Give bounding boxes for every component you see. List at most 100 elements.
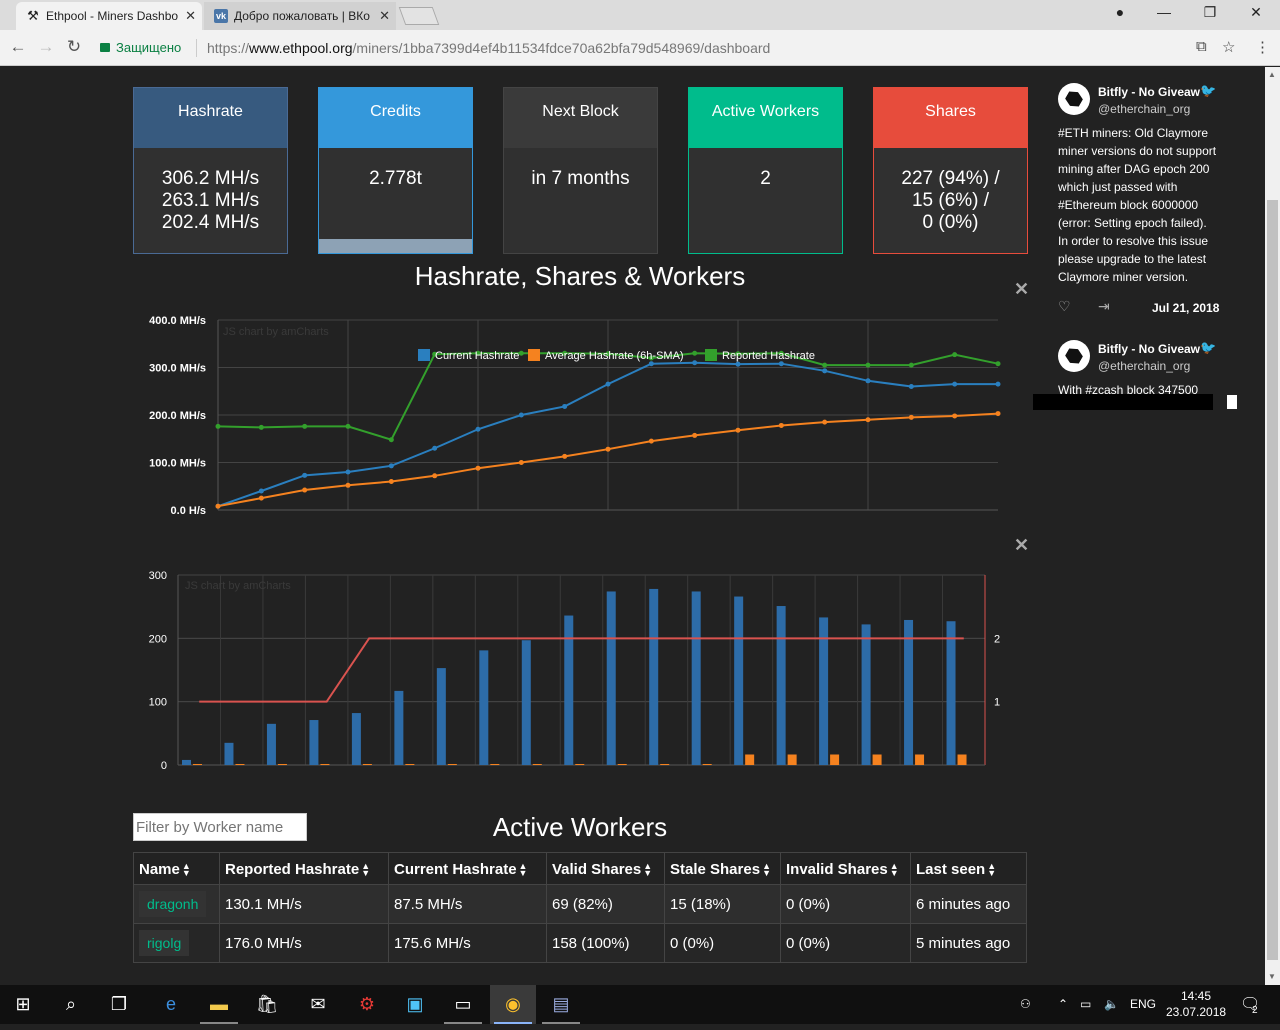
shares-card: Shares 227 (94%) / 15 (6%) / 0 (0%) [873, 87, 1028, 254]
worker-name-link[interactable]: dragonh [139, 891, 207, 917]
close-hashrate-chart-icon[interactable]: ✕ [1014, 279, 1029, 300]
col-current-hashrate[interactable]: Current Hashrate ▲ ▼ [388, 852, 547, 885]
mail-icon[interactable]: ✉ [295, 985, 341, 1024]
stale-shares-bar [405, 764, 415, 765]
data-point [302, 487, 308, 493]
network-icon[interactable]: ▭ [1080, 985, 1091, 1024]
col-last-seen[interactable]: Last seen ▲ ▼ [910, 852, 1027, 885]
worker-filter-input[interactable] [133, 813, 307, 841]
translate-icon[interactable]: ⧉ [1196, 38, 1207, 55]
twitter-bird-icon[interactable]: 🐦 [1200, 83, 1216, 99]
valid-shares-bar [946, 621, 956, 765]
task-view-icon[interactable]: ❐ [96, 985, 142, 1024]
clock-date: 23.07.2018 [1166, 1005, 1227, 1019]
back-icon[interactable]: ← [8, 37, 28, 57]
profile-icon[interactable]: ● [1110, 4, 1130, 20]
url-field[interactable]: https://www.ethpool.org/miners/1bba7399d… [207, 40, 770, 56]
credits-card: Credits 2.778t [318, 87, 473, 254]
tab-title: Добро пожаловать | ВКо [234, 9, 370, 23]
reload-icon[interactable]: ↻ [64, 37, 84, 57]
people-icon[interactable]: ⚇ [1020, 985, 1031, 1024]
twitter-handle[interactable]: @etherchain_org [1098, 359, 1190, 373]
twitter-avatar[interactable] [1058, 83, 1090, 115]
table-cell: 158 (100%) [546, 923, 665, 963]
stale-shares-bar [490, 764, 500, 765]
twitter-handle[interactable]: @etherchain_org [1098, 102, 1190, 116]
data-point [518, 412, 524, 418]
twitter-bird-icon[interactable]: 🐦 [1200, 340, 1216, 356]
twitter-username[interactable]: Bitfly - No Giveaw [1098, 342, 1200, 356]
data-point [908, 414, 914, 420]
table-header-row: Name ▲ ▼ Reported Hashrate ▲ ▼ Current Hashr… [133, 852, 1027, 885]
table-cell: 176.0 MH/s [219, 923, 389, 963]
minimize-icon[interactable]: — [1154, 4, 1174, 20]
valid-shares-bar [819, 617, 829, 765]
notepad-icon[interactable]: ▤ [538, 985, 584, 1024]
tab-vk[interactable]: vk Добро пожаловать | ВКо ✕ [204, 2, 396, 30]
credits-card-title: Credits [319, 88, 472, 148]
start-windows-icon[interactable]: ⊞ [0, 985, 46, 1024]
twitter-avatar[interactable] [1058, 340, 1090, 372]
scrollbar-thumb[interactable] [1267, 200, 1278, 960]
col-valid-shares[interactable]: Valid Shares ▲ ▼ [546, 852, 665, 885]
like-heart-icon[interactable]: ♡ [1058, 298, 1071, 315]
menu-icon[interactable]: ⋮ [1255, 38, 1270, 56]
valid-shares-bar [182, 759, 191, 765]
language-indicator[interactable]: ENG [1130, 985, 1156, 1024]
close-shares-chart-icon[interactable]: ✕ [1014, 535, 1029, 556]
restore-icon[interactable]: ❐ [1200, 4, 1220, 21]
workers-section-title: Active Workers [492, 812, 668, 842]
legend-swatch [418, 349, 430, 361]
data-point [562, 403, 568, 409]
valid-shares-bar [776, 606, 786, 765]
worker-name-link[interactable]: rigolg [139, 930, 190, 956]
data-point [258, 488, 264, 494]
control-panel-icon[interactable]: ▣ [392, 985, 438, 1024]
chrome-icon[interactable]: ◉ [490, 985, 536, 1024]
data-point [388, 479, 394, 484]
volume-icon[interactable]: 🔈 [1104, 985, 1119, 1024]
clock[interactable]: 14:45 23.07.2018 [1166, 988, 1226, 1020]
secure-indicator[interactable]: Защищено [100, 40, 181, 55]
close-tab-icon[interactable]: ✕ [185, 8, 196, 24]
data-point [692, 360, 698, 366]
edge-browser-icon[interactable]: e [148, 985, 194, 1024]
data-point [908, 362, 914, 368]
valid-shares-bar [904, 619, 914, 765]
sort-icon: ▲ ▼ [181, 861, 191, 879]
scroll-down-icon[interactable]: ▼ [1268, 972, 1276, 981]
new-tab-button[interactable] [398, 7, 440, 25]
scroll-up-icon[interactable]: ▲ [1268, 70, 1276, 79]
data-point [258, 424, 264, 430]
stale-shares-bar [787, 754, 797, 765]
y-tick-label: 100 [149, 697, 167, 709]
col-reported-hashrate[interactable]: Reported Hashrate ▲ ▼ [219, 852, 389, 885]
forward-icon[interactable]: → [36, 37, 56, 57]
gaming-app-icon[interactable]: ⚙ [344, 985, 390, 1024]
col-invalid-shares[interactable]: Invalid Shares ▲ ▼ [780, 852, 911, 885]
col-name[interactable]: Name ▲ ▼ [133, 852, 220, 885]
data-point [995, 381, 1001, 387]
shares-valid: 227 (94%) / [901, 168, 1000, 189]
share-icon[interactable]: ⇥ [1098, 298, 1110, 315]
close-window-icon[interactable]: ✕ [1246, 4, 1266, 21]
tweet-date[interactable]: Jul 21, 2018 [1152, 301, 1219, 315]
store-icon[interactable]: 🛍 [244, 985, 290, 1024]
shares-chart: JS chart by amCharts300200100021Valid Sh… [149, 570, 1000, 772]
file-explorer-icon[interactable]: ▬ [196, 985, 242, 1024]
tab-ethpool[interactable]: ⚒ Ethpool - Miners Dashbo ✕ [16, 2, 202, 30]
twitter-username[interactable]: Bitfly - No Giveaw [1098, 85, 1200, 99]
page-scrollbar[interactable]: ▲ ▼ [1265, 67, 1280, 985]
bookmark-star-icon[interactable]: ☆ [1222, 38, 1235, 56]
table-cell: 87.5 MH/s [388, 884, 547, 924]
table-cell: 6 minutes ago [910, 884, 1027, 924]
col-stale-shares[interactable]: Stale Shares ▲ ▼ [664, 852, 781, 885]
data-point [952, 352, 958, 358]
close-tab-icon[interactable]: ✕ [379, 8, 390, 24]
data-point [865, 362, 871, 368]
search-icon[interactable]: ⌕ [48, 985, 94, 1024]
address-bar: ← → ↻ Защищено https://www.ethpool.org/m… [0, 30, 1280, 66]
terminal-icon[interactable]: ▭ [440, 985, 486, 1024]
tray-expand-icon[interactable]: ⌃ [1058, 985, 1068, 1024]
stale-shares-bar [320, 764, 330, 765]
